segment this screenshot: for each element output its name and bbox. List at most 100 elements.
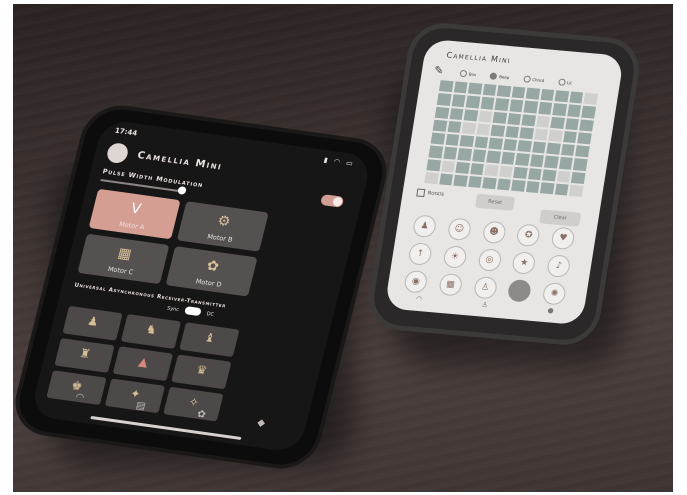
radio-option[interactable]: Beep: [489, 72, 510, 81]
matrix-cell[interactable]: [445, 133, 460, 147]
led-matrix[interactable]: [424, 80, 599, 197]
cube-icon[interactable]: ◆: [256, 417, 266, 429]
matrix-cell[interactable]: [575, 145, 590, 158]
matrix-cell[interactable]: [500, 152, 516, 165]
matrix-cell[interactable]: [507, 112, 522, 125]
reset-button[interactable]: Reset: [475, 193, 516, 211]
matrix-cell[interactable]: [494, 98, 510, 111]
matrix-cell[interactable]: [424, 171, 439, 185]
matrix-cell[interactable]: [538, 102, 553, 115]
wifi-icon[interactable]: ◠: [74, 391, 85, 403]
matrix-cell[interactable]: [492, 111, 507, 124]
face-icon[interactable]: ☻: [481, 220, 507, 245]
pwm-toggle[interactable]: [319, 194, 345, 208]
matrix-cell[interactable]: [480, 97, 495, 110]
matrix-cell[interactable]: [515, 153, 530, 166]
matrix-cell[interactable]: [569, 184, 584, 197]
radio-icon[interactable]: [459, 69, 468, 78]
matrix-cell[interactable]: [542, 168, 557, 182]
layers-icon[interactable]: ▤: [135, 400, 147, 412]
matrix-cell[interactable]: [556, 170, 572, 183]
matrix-cell[interactable]: [478, 110, 493, 123]
matrix-cell[interactable]: [525, 180, 541, 194]
matrix-cell[interactable]: [554, 183, 570, 196]
uart-key[interactable]: ♝: [179, 322, 240, 358]
matrix-cell[interactable]: [550, 116, 565, 129]
uart-key[interactable]: ♛: [171, 354, 232, 390]
matrix-cell[interactable]: [577, 132, 592, 145]
matrix-cell[interactable]: [438, 80, 454, 93]
matrix-cell[interactable]: [482, 83, 497, 97]
matrix-cell[interactable]: [536, 115, 551, 128]
ghost-icon[interactable]: ✪: [515, 223, 542, 248]
matrix-cell[interactable]: [449, 107, 464, 120]
matrix-cell[interactable]: [463, 108, 478, 122]
matrix-cell[interactable]: [532, 141, 547, 154]
matrix-cell[interactable]: [571, 171, 586, 184]
matrix-cell[interactable]: [563, 130, 578, 144]
matrix-cell[interactable]: [505, 125, 520, 139]
arrow-icon[interactable]: ↑: [407, 242, 433, 266]
star-icon[interactable]: ★: [511, 251, 537, 275]
radio-option[interactable]: Box: [459, 69, 477, 78]
matrix-cell[interactable]: [465, 95, 481, 108]
matrix-cell[interactable]: [561, 143, 576, 157]
matrix-cell[interactable]: [529, 154, 545, 167]
matrix-cell[interactable]: [540, 182, 555, 195]
heart-icon[interactable]: ♥: [550, 226, 576, 251]
matrix-cell[interactable]: [569, 91, 584, 104]
matrix-cell[interactable]: [511, 86, 526, 99]
radio-option[interactable]: Lit: [557, 78, 573, 86]
motor-button[interactable]: V Motor A: [88, 188, 181, 240]
figure-icon[interactable]: ♟: [411, 214, 438, 239]
matrix-cell[interactable]: [527, 167, 543, 180]
matrix-cell[interactable]: [579, 118, 594, 132]
sun-icon[interactable]: ☀: [442, 245, 468, 269]
matrix-cell[interactable]: [573, 158, 588, 171]
matrix-cell[interactable]: [503, 138, 518, 152]
matrix-cell[interactable]: [546, 142, 561, 155]
info-icon[interactable]: ●: [547, 306, 554, 314]
matrix-cell[interactable]: [457, 148, 472, 161]
face-icon[interactable]: ☺: [446, 217, 472, 242]
radio-icon[interactable]: [489, 72, 498, 80]
matrix-cell[interactable]: [461, 121, 476, 135]
matrix-cell[interactable]: [548, 129, 563, 142]
uart-key[interactable]: ♜: [54, 338, 115, 373]
matrix-cell[interactable]: [490, 124, 505, 137]
matrix-cell[interactable]: [513, 166, 528, 179]
matrix-cell[interactable]: [517, 140, 532, 153]
matrix-cell[interactable]: [523, 100, 539, 114]
matrix-cell[interactable]: [525, 87, 541, 100]
matrix-cell[interactable]: [544, 155, 559, 169]
radio-option[interactable]: Chord: [522, 75, 545, 84]
matrix-cell[interactable]: [453, 174, 468, 187]
motor-button[interactable]: ▦ Motor C: [77, 233, 170, 285]
matrix-cell[interactable]: [459, 135, 474, 148]
matrix-cell[interactable]: [554, 90, 570, 103]
matrix-cell[interactable]: [509, 99, 524, 112]
matrix-cell[interactable]: [496, 178, 512, 191]
matrix-cell[interactable]: [455, 161, 470, 174]
matrix-cell[interactable]: [440, 160, 456, 173]
matrix-cell[interactable]: [451, 94, 466, 107]
matrix-cell[interactable]: [482, 176, 497, 190]
matrix-cell[interactable]: [583, 92, 599, 105]
matrix-cell[interactable]: [471, 149, 487, 162]
matrix-cell[interactable]: [442, 146, 458, 160]
matrix-cell[interactable]: [498, 165, 514, 178]
matrix-cell[interactable]: [430, 132, 445, 145]
uart-key[interactable]: ▲: [112, 346, 174, 382]
matrix-cell[interactable]: [552, 103, 568, 116]
matrix-cell[interactable]: [484, 163, 499, 177]
matrix-cell[interactable]: [558, 157, 574, 170]
matrix-cell[interactable]: [447, 120, 462, 133]
disc-icon[interactable]: ◎: [476, 248, 503, 272]
matrix-cell[interactable]: [467, 82, 483, 95]
matrix-cell[interactable]: [496, 85, 512, 98]
sync-toggle[interactable]: [184, 306, 202, 317]
motor-button[interactable]: ✿ Motor D: [165, 246, 258, 297]
rotate-checkbox[interactable]: Rotate: [416, 188, 444, 198]
matrix-cell[interactable]: [432, 119, 447, 132]
matrix-cell[interactable]: [567, 104, 582, 117]
